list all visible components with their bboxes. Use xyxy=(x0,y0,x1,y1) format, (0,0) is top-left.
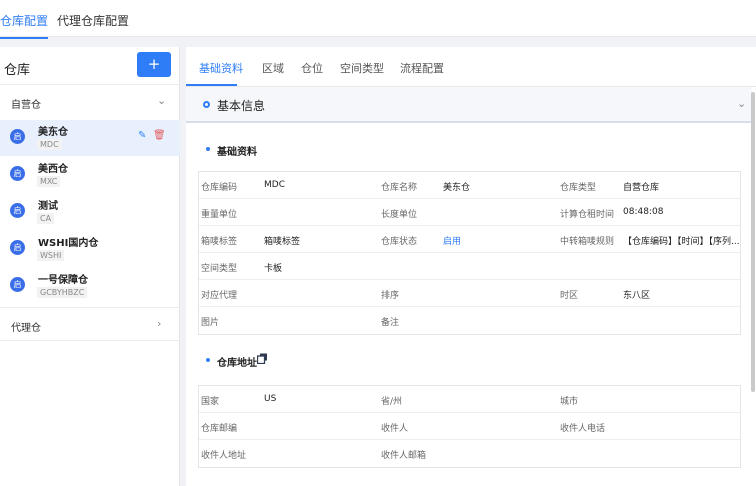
status-avatar: 启 xyxy=(10,166,25,181)
tab-location[interactable]: 仓位 xyxy=(301,60,323,76)
tab-process-config[interactable]: 流程配置 xyxy=(400,60,444,76)
field-label: 时区 xyxy=(560,291,579,301)
field-label: 重量单位 xyxy=(201,210,238,220)
warehouse-name: 美东仓 xyxy=(38,127,68,138)
field-value: 【仓库编码】【时间】【序列... xyxy=(623,237,740,247)
list-item-warehouse[interactable]: 启 一号保障仓 GCBYHBZC xyxy=(0,268,180,304)
warehouse-detail-panel: 基础资料 区域 仓位 空间类型 流程配置 基本信息 ⌄ 基础资料 仓库编码 MD… xyxy=(186,47,756,486)
tab-agent-warehouse-config[interactable]: 代理仓库配置 xyxy=(57,12,129,29)
table-row: 重量单位 长度单位 计算仓租时间 08:48:08 xyxy=(199,199,740,226)
field-label: 省/州 xyxy=(381,397,403,407)
field-label: 中转箱唛规则 xyxy=(560,237,615,247)
add-warehouse-button[interactable]: + xyxy=(137,52,171,77)
field-label: 长度单位 xyxy=(381,210,418,220)
field-value: 美东仓 xyxy=(443,183,471,193)
warehouse-code: CA xyxy=(37,213,55,224)
field-value: 08:48:08 xyxy=(623,207,664,217)
table-row: 空间类型 卡板 xyxy=(199,253,740,280)
field-label: 收件人 xyxy=(381,424,409,434)
field-label: 空间类型 xyxy=(201,264,238,274)
field-label: 图片 xyxy=(201,318,220,328)
field-label: 仓库名称 xyxy=(381,183,418,193)
field-value: 东八区 xyxy=(623,291,651,301)
warehouse-name: 测试 xyxy=(38,201,58,212)
table-row: 图片 备注 xyxy=(199,307,740,334)
top-tab-bar: 仓库配置 代理仓库配置 xyxy=(0,0,756,39)
list-item-warehouse[interactable]: 启 美东仓 MDC ✎ 🗑 xyxy=(0,120,180,156)
field-label: 备注 xyxy=(381,318,400,328)
group-label: 自营仓 xyxy=(11,100,41,111)
status-avatar: 启 xyxy=(10,203,25,218)
field-label: 计算仓租时间 xyxy=(560,210,615,220)
warehouse-name: 美西仓 xyxy=(38,164,68,175)
warehouse-code: MDC xyxy=(37,139,62,150)
subsection-title-basic: 基础资料 xyxy=(217,147,257,158)
warehouse-name: 一号保障仓 xyxy=(38,275,88,286)
table-row: 仓库编码 MDC 仓库名称 美东仓 仓库类型 自营仓库 xyxy=(199,172,740,199)
basic-info-table: 仓库编码 MDC 仓库名称 美东仓 仓库类型 自营仓库 重量单位 长度单位 计算… xyxy=(198,171,741,335)
circle-dot-icon xyxy=(203,101,210,108)
field-label: 仓库类型 xyxy=(560,183,597,193)
chevron-right-icon: › xyxy=(157,317,162,330)
warehouse-list-panel: 仓库 + 自营仓 ⌄ 启 美东仓 MDC ✎ 🗑 启 美西仓 MXC 启 测试 … xyxy=(0,47,180,486)
bullet-dot xyxy=(206,147,210,151)
warehouse-code: WSHI xyxy=(37,250,65,261)
tab-space-type[interactable]: 空间类型 xyxy=(340,60,384,76)
group-label: 代理仓 xyxy=(11,323,41,334)
field-label: 对应代理 xyxy=(201,291,238,301)
tab-area[interactable]: 区域 xyxy=(262,60,284,76)
edit-icon[interactable]: ✎ xyxy=(138,130,146,141)
field-label: 收件人电话 xyxy=(560,424,606,434)
field-label: 收件人地址 xyxy=(201,451,247,461)
field-value: MDC xyxy=(264,180,285,190)
table-row: 箱唛标签 箱唛标签 仓库状态 启用 中转箱唛规则 【仓库编码】【时间】【序列..… xyxy=(199,226,740,253)
field-value: 自营仓库 xyxy=(623,183,660,193)
panel-title: 仓库 xyxy=(4,63,31,78)
table-row: 对应代理 排序 时区 东八区 xyxy=(199,280,740,307)
field-value: US xyxy=(264,394,277,404)
section-title: 基本信息 xyxy=(217,99,266,113)
list-item-warehouse[interactable]: 启 测试 CA xyxy=(0,194,180,230)
copy-icon[interactable] xyxy=(257,353,268,364)
table-row: 仓库邮编 收件人 收件人电话 xyxy=(199,413,740,440)
section-header-basic-info[interactable]: 基本信息 ⌄ xyxy=(186,87,752,123)
warehouse-code: MXC xyxy=(37,176,61,187)
status-value-enabled: 启用 xyxy=(443,237,462,247)
warehouse-name: WSHI国内仓 xyxy=(38,238,99,249)
warehouse-code: GCBYHBZC xyxy=(37,287,88,298)
field-value: 卡板 xyxy=(264,264,283,274)
list-item-warehouse[interactable]: 启 美西仓 MXC xyxy=(0,157,180,193)
field-label: 城市 xyxy=(560,397,579,407)
chevron-down-icon: ⌄ xyxy=(157,94,167,107)
field-label: 国家 xyxy=(201,397,220,407)
field-value: 箱唛标签 xyxy=(264,237,301,247)
address-table: 国家 US 省/州 城市 仓库邮编 收件人 收件人电话 收件人地址 收件人邮箱 xyxy=(198,385,741,468)
field-label: 排序 xyxy=(381,291,400,301)
group-agent[interactable]: 代理仓 › xyxy=(0,307,180,341)
field-label: 仓库邮编 xyxy=(201,424,238,434)
table-row: 收件人地址 收件人邮箱 xyxy=(199,440,740,467)
status-avatar: 启 xyxy=(10,277,25,292)
field-label: 仓库状态 xyxy=(381,237,418,247)
field-label: 收件人邮箱 xyxy=(381,451,427,461)
tab-basic-info[interactable]: 基础资料 xyxy=(199,60,243,76)
field-label: 仓库编码 xyxy=(201,183,238,193)
subsection-title-address: 仓库地址 xyxy=(217,358,257,369)
table-row: 国家 US 省/州 城市 xyxy=(199,386,740,413)
bullet-dot xyxy=(206,358,210,362)
chevron-down-icon: ⌄ xyxy=(737,97,747,110)
status-avatar: 启 xyxy=(10,240,25,255)
field-label: 箱唛标签 xyxy=(201,237,238,247)
group-self-operated[interactable]: 自营仓 ⌄ xyxy=(0,84,180,118)
delete-icon[interactable]: 🗑 xyxy=(153,130,166,141)
list-item-warehouse[interactable]: 启 WSHI国内仓 WSHI xyxy=(0,231,180,267)
tab-warehouse-config[interactable]: 仓库配置 xyxy=(0,12,49,39)
status-avatar: 启 xyxy=(10,129,25,144)
vertical-scrollbar[interactable] xyxy=(751,92,755,392)
